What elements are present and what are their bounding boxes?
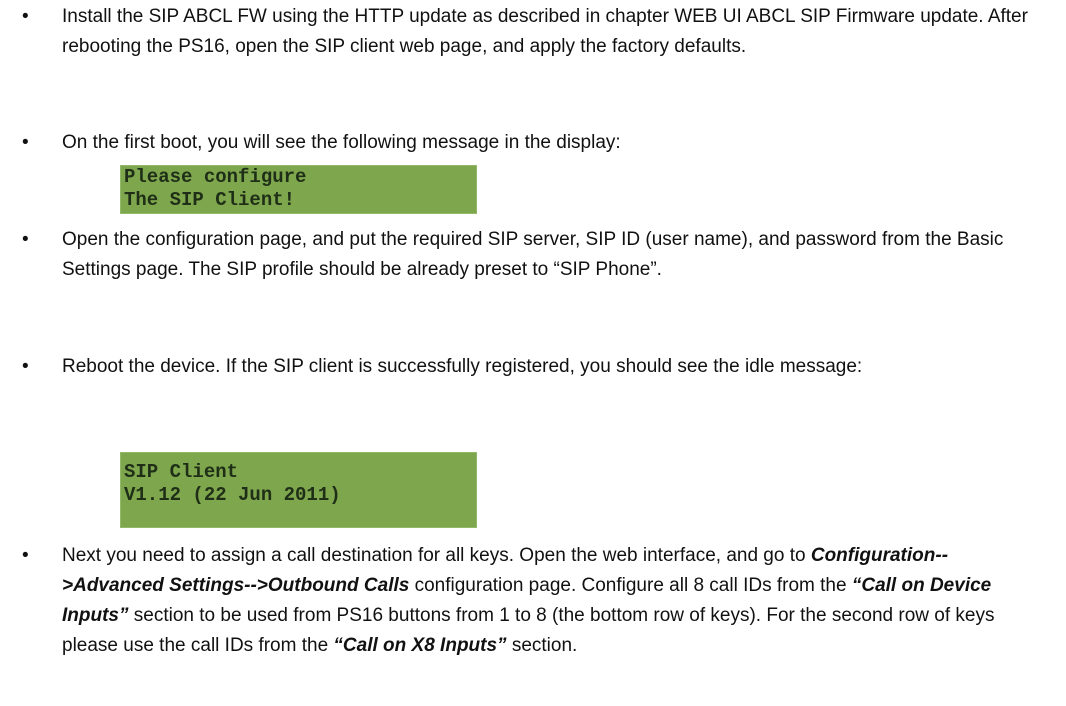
text-run: Next you need to assign a call destinati… (62, 545, 811, 566)
list-item-text: Install the SIP ABCL FW using the HTTP u… (62, 6, 1028, 57)
lcd-line-1: Please configure (124, 166, 307, 188)
list-item: • Next you need to assign a call destina… (22, 541, 1042, 701)
lcd-display-first-boot: Please configure The SIP Client! (120, 165, 477, 214)
list-item: • On the first boot, you will see the fo… (22, 128, 1042, 158)
lcd-line-1: SIP Client (124, 461, 239, 483)
section-name-emphasis: “Call on X8 Inputs” (333, 635, 507, 656)
text-run: section. (506, 635, 578, 656)
list-item-text: Next you need to assign a call destinati… (62, 541, 1042, 661)
list-item-text: Open the configuration page, and put the… (62, 229, 1004, 280)
bullet-marker: • (22, 132, 29, 153)
bullet-marker: • (22, 545, 29, 566)
bullet-marker: • (22, 229, 29, 250)
list-item-text: On the first boot, you will see the foll… (62, 132, 621, 153)
bullet-marker: • (22, 356, 29, 377)
list-item-text: Reboot the device. If the SIP client is … (62, 356, 863, 377)
lcd-line-2: V1.12 (22 Jun 2011) (124, 484, 341, 506)
list-item: • Reboot the device. If the SIP client i… (22, 352, 1042, 414)
lcd-line-2: The SIP Client! (124, 189, 296, 211)
lcd-display-idle: SIP Client V1.12 (22 Jun 2011) (120, 452, 477, 528)
bullet-marker: • (22, 6, 29, 27)
document-page: • Install the SIP ABCL FW using the HTTP… (0, 0, 1066, 706)
list-item: • Open the configuration page, and put t… (22, 225, 1042, 317)
list-item: • Install the SIP ABCL FW using the HTTP… (22, 2, 1042, 94)
text-run: configuration page. Configure all 8 call… (409, 575, 852, 596)
